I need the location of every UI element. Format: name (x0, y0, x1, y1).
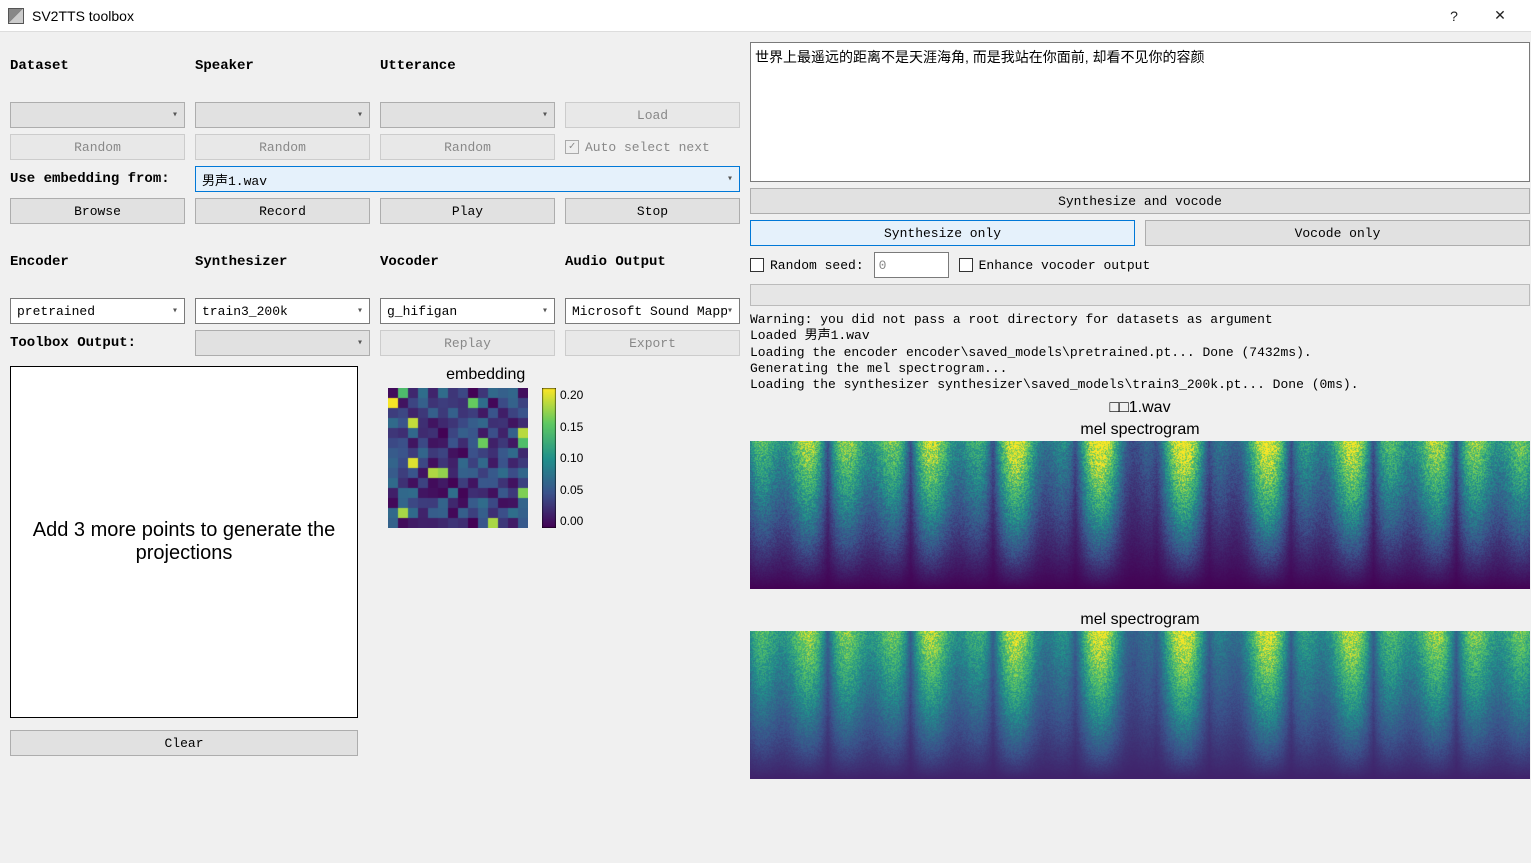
record-button[interactable]: Record (195, 198, 370, 224)
synthesize-only-button[interactable]: Synthesize only (750, 220, 1135, 246)
embedding-plot: embedding 0.20 0.15 0.10 0.05 0.00 (388, 366, 583, 756)
embedding-title: embedding (446, 366, 525, 384)
mel-spectrogram-1 (750, 441, 1530, 589)
speaker-select[interactable]: ▾ (195, 102, 370, 128)
text-input[interactable] (750, 42, 1530, 182)
chevron-down-icon: ▾ (357, 337, 363, 349)
clear-button[interactable]: Clear (10, 730, 358, 756)
audio-output-label: Audio Output (565, 250, 740, 274)
mel-spectrogram-2 (750, 631, 1530, 779)
dataset-random-button[interactable]: Random (10, 134, 185, 160)
toolbox-output-select[interactable]: ▾ (195, 330, 370, 356)
play-button[interactable]: Play (380, 198, 555, 224)
load-button[interactable]: Load (565, 102, 740, 128)
auto-select-checkbox[interactable]: ✓ Auto select next (565, 134, 740, 160)
checkbox-icon: ✓ (565, 140, 579, 154)
embedding-value: 男声1.wav (202, 170, 267, 189)
synthesizer-label: Synthesizer (195, 250, 370, 274)
encoder-value: pretrained (17, 304, 95, 319)
encoder-label: Encoder (10, 250, 185, 274)
progress-bar (750, 284, 1530, 306)
audio-output-select[interactable]: Microsoft Sound Mapper▾ (565, 298, 740, 324)
vocoder-label: Vocoder (380, 250, 555, 274)
embedding-select[interactable]: 男声1.wav ▾ (195, 166, 740, 192)
speaker-random-button[interactable]: Random (195, 134, 370, 160)
checkbox-icon (750, 258, 764, 272)
titlebar: SV2TTS toolbox ? ✕ (0, 0, 1531, 32)
speaker-label: Speaker (195, 54, 370, 78)
synthesizer-select[interactable]: train3_200k ▾ (195, 298, 370, 324)
help-button[interactable]: ? (1431, 0, 1477, 32)
dataset-select[interactable]: ▾ (10, 102, 185, 128)
chevron-down-icon: ▾ (542, 305, 548, 317)
enhance-checkbox[interactable]: Enhance vocoder output (959, 258, 1151, 273)
colorbar (542, 388, 556, 528)
vocode-only-button[interactable]: Vocode only (1145, 220, 1530, 246)
chevron-down-icon: ▾ (727, 173, 733, 185)
chevron-down-icon: ▾ (172, 109, 178, 121)
random-seed-label: Random seed: (770, 258, 864, 273)
embedding-heatmap (388, 388, 528, 528)
chevron-down-icon: ▾ (727, 305, 733, 317)
synthesizer-value: train3_200k (202, 304, 288, 319)
spectrogram-2: mel spectrogram (750, 607, 1530, 779)
mel-title-2: mel spectrogram (1080, 611, 1199, 629)
colorbar-ticks: 0.20 0.15 0.10 0.05 0.00 (560, 388, 583, 528)
spectrogram-file-label: □□1.wav (1109, 399, 1170, 417)
vocoder-value: g_hifigan (387, 304, 457, 319)
chevron-down-icon: ▾ (172, 305, 178, 317)
enhance-label: Enhance vocoder output (979, 258, 1151, 273)
toolbox-output-label: Toolbox Output: (10, 331, 185, 355)
window-title: SV2TTS toolbox (32, 8, 1431, 24)
audio-output-value: Microsoft Sound Mapper (572, 304, 727, 319)
mel-title-1: mel spectrogram (1080, 421, 1199, 439)
export-button[interactable]: Export (565, 330, 740, 356)
log-output: Warning: you did not pass a root directo… (750, 312, 1530, 393)
utterance-select[interactable]: ▾ (380, 102, 555, 128)
random-seed-checkbox[interactable]: Random seed: (750, 258, 864, 273)
close-button[interactable]: ✕ (1477, 0, 1523, 32)
chevron-down-icon: ▾ (357, 109, 363, 121)
stop-button[interactable]: Stop (565, 198, 740, 224)
projection-placeholder: Add 3 more points to generate the projec… (10, 366, 358, 718)
spectrogram-1: □□1.wav mel spectrogram (750, 399, 1530, 589)
vocoder-select[interactable]: g_hifigan ▾ (380, 298, 555, 324)
utterance-random-button[interactable]: Random (380, 134, 555, 160)
chevron-down-icon: ▾ (542, 109, 548, 121)
checkbox-icon (959, 258, 973, 272)
utterance-label: Utterance (380, 54, 555, 78)
encoder-select[interactable]: pretrained ▾ (10, 298, 185, 324)
use-embedding-label: Use embedding from: (10, 167, 185, 191)
app-icon (8, 8, 24, 24)
seed-input[interactable] (874, 252, 949, 278)
chevron-down-icon: ▾ (357, 305, 363, 317)
browse-button[interactable]: Browse (10, 198, 185, 224)
auto-select-label: Auto select next (585, 140, 710, 155)
synthesize-vocode-button[interactable]: Synthesize and vocode (750, 188, 1530, 214)
replay-button[interactable]: Replay (380, 330, 555, 356)
dataset-label: Dataset (10, 54, 185, 78)
